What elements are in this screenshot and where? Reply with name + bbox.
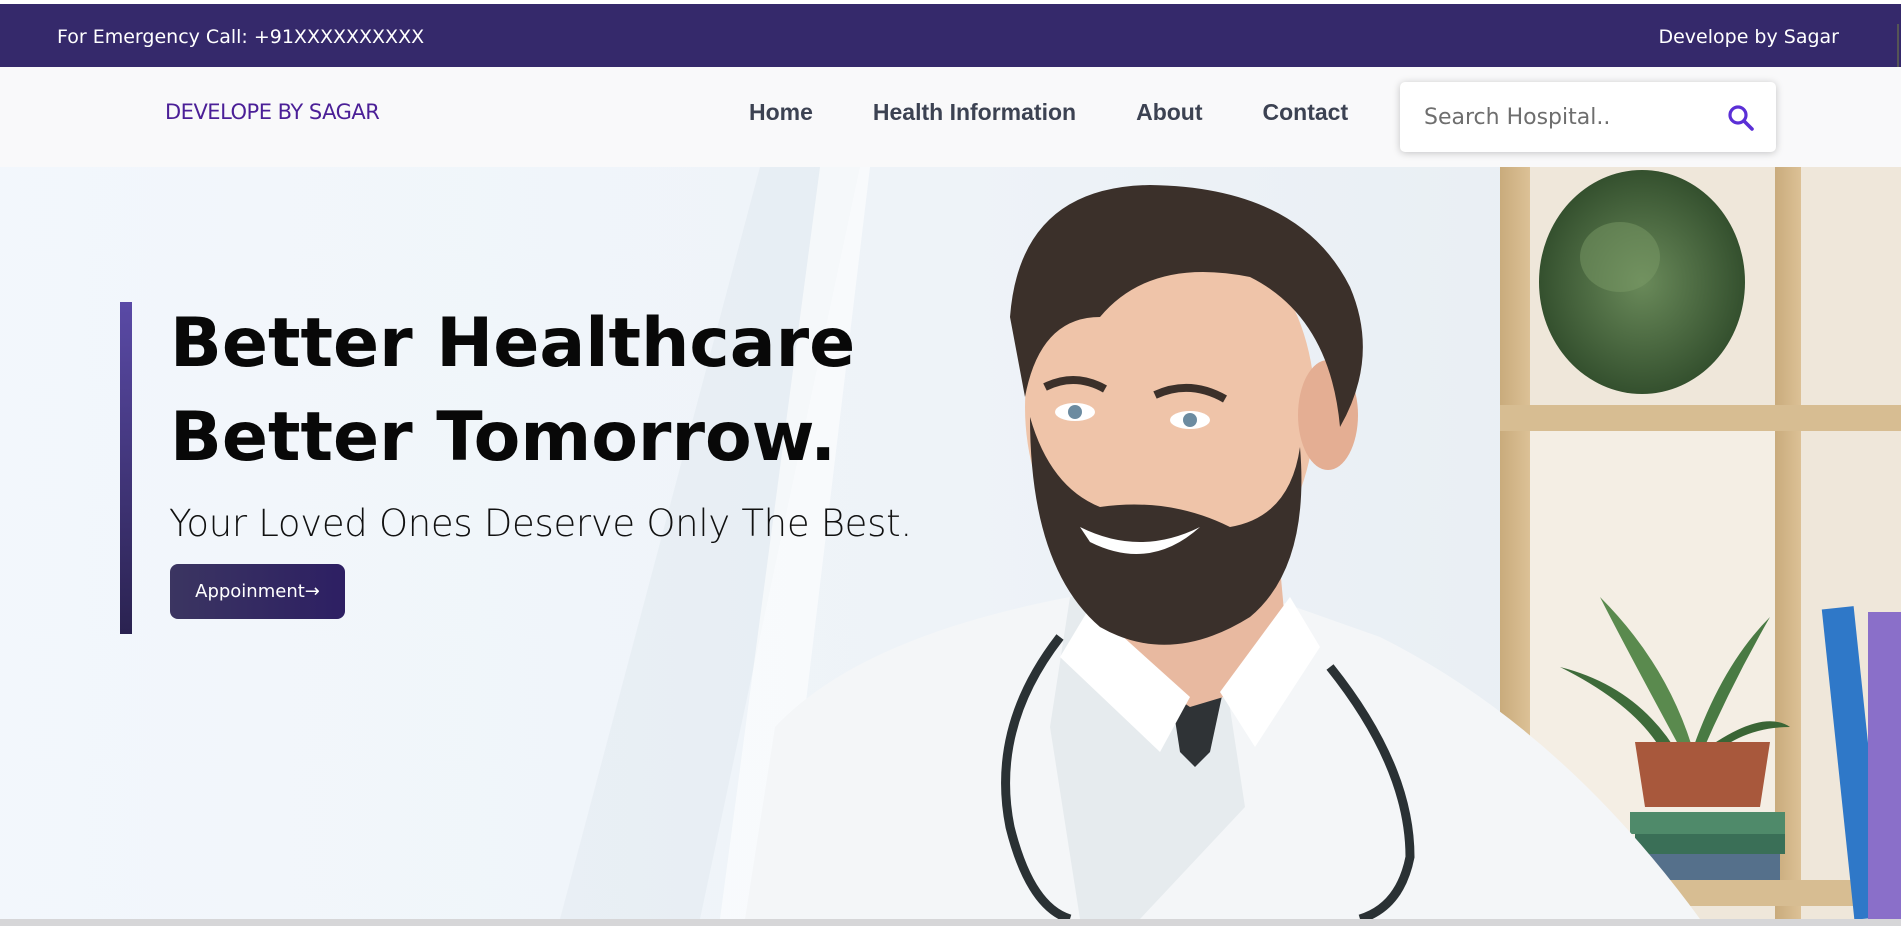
nav-menu: Home Health Information About Contact: [749, 99, 1408, 126]
hero-subheading: Your Loved Ones Deserve Only The Best.: [169, 502, 912, 545]
developer-credit: Develope by Sagar: [1658, 26, 1839, 48]
nav-link-home[interactable]: Home: [749, 99, 813, 126]
nav-link-about[interactable]: About: [1136, 99, 1202, 126]
nav-link-contact[interactable]: Contact: [1263, 99, 1349, 126]
emergency-call-text: For Emergency Call: +91XXXXXXXXXX: [57, 26, 425, 48]
top-info-bar: For Emergency Call: +91XXXXXXXXXX Develo…: [0, 4, 1901, 144]
main-navbar: DEVELOPE BY SAGAR Home Health Informatio…: [0, 67, 1901, 167]
appointment-button[interactable]: Appoinment→: [170, 564, 345, 619]
hospital-search-box: [1400, 82, 1776, 152]
search-icon[interactable]: [1726, 103, 1756, 133]
hero-accent-bar: [120, 302, 132, 634]
search-input[interactable]: [1424, 100, 1714, 134]
headline-line-2: Better Tomorrow.: [170, 398, 837, 477]
hero-headline: Better Healthcare Better Tomorrow.: [170, 297, 855, 485]
headline-line-1: Better Healthcare: [170, 304, 856, 383]
site-logo[interactable]: DEVELOPE BY SAGAR: [165, 100, 380, 124]
bottom-scrollbar-strip[interactable]: [0, 919, 1901, 926]
hero-section: Better Healthcare Better Tomorrow. Your …: [0, 167, 1901, 919]
nav-link-health-information[interactable]: Health Information: [873, 99, 1076, 126]
